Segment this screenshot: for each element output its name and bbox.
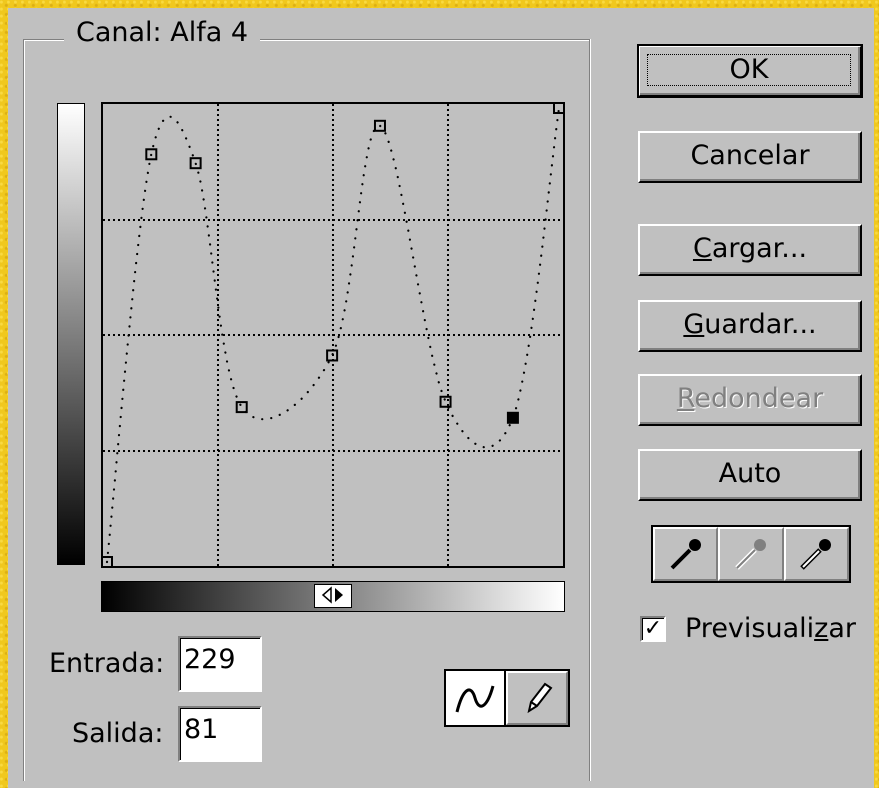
load-mnemonic: C	[692, 233, 712, 264]
preview-label-before: Previsuali	[685, 613, 815, 644]
entrada-label: Entrada:	[49, 648, 165, 679]
curve-tool-button[interactable]	[446, 671, 506, 725]
salida-label: Salida:	[72, 718, 164, 749]
curve-tool-group	[444, 669, 570, 727]
load-button[interactable]: Cargar...	[638, 224, 862, 276]
cancel-button[interactable]: Cancelar	[638, 131, 862, 183]
preview-label[interactable]: Previsualizar	[685, 613, 856, 645]
gray-eyedropper-icon	[735, 539, 766, 570]
curve-icon	[455, 685, 495, 713]
eyedropper-group	[651, 525, 851, 583]
gradient-direction-toggle[interactable]	[314, 584, 352, 608]
entrada-field[interactable]: 229	[178, 636, 262, 692]
smooth-button[interactable]: Redondear	[638, 374, 862, 426]
smooth-mnemonic: R	[676, 383, 695, 414]
salida-field[interactable]: 81	[178, 706, 262, 762]
black-eyedropper-icon	[670, 539, 701, 570]
cancel-label: Cancelar	[690, 140, 810, 171]
preview-checkbox[interactable]: ✓	[640, 616, 666, 642]
gray-eyedropper-button[interactable]	[718, 527, 784, 581]
output-gradient-bar	[57, 103, 85, 565]
save-label: uardar...	[704, 309, 817, 340]
pencil-tool-button[interactable]	[506, 671, 568, 725]
preview-label-after: ar	[828, 613, 856, 644]
ok-label: OK	[647, 54, 851, 86]
gradient-arrows-icon	[321, 586, 343, 604]
save-mnemonic: G	[683, 309, 705, 340]
channel-label: Canal: Alfa 4	[64, 17, 261, 49]
pencil-icon	[527, 682, 553, 714]
white-eyedropper-icon	[800, 539, 832, 570]
selected-control-point[interactable]	[506, 411, 519, 424]
curve-graph[interactable]	[101, 102, 565, 568]
ok-button[interactable]: OK	[637, 44, 863, 98]
white-eyedropper-button[interactable]	[783, 527, 849, 581]
control-point[interactable]	[439, 395, 452, 408]
save-button[interactable]: Guardar...	[638, 300, 862, 352]
curve-plot[interactable]	[103, 104, 563, 566]
control-point[interactable]	[235, 401, 248, 414]
smooth-label: edondear	[694, 383, 824, 414]
black-eyedropper-button[interactable]	[653, 527, 719, 581]
auto-button[interactable]: Auto	[638, 449, 862, 501]
load-label: argar...	[711, 233, 808, 264]
preview-label-mnemonic: z	[814, 613, 829, 644]
auto-label: Auto	[718, 458, 782, 489]
